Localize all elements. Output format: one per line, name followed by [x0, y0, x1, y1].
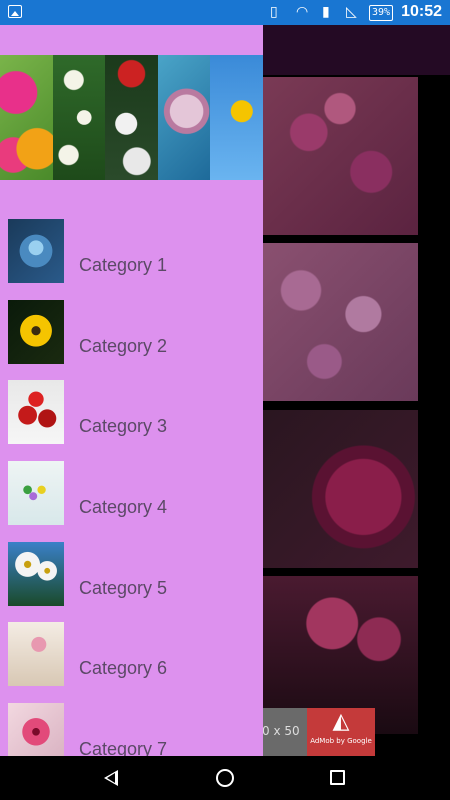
home-icon[interactable] — [216, 769, 234, 787]
vibrate-icon: ▯ — [270, 4, 278, 20]
category-item-4[interactable]: Category 4 — [0, 461, 263, 533]
admob-logo-text: AdMob by Google — [310, 737, 372, 745]
sim-icon: ▮ — [322, 4, 330, 20]
ad-banner[interactable]: 0 x 50 ◭ AdMob by Google — [262, 708, 375, 756]
gallery-image-chrysanthemum[interactable] — [262, 410, 418, 568]
category-label: Category 6 — [79, 658, 168, 678]
navigation-bar — [0, 756, 450, 800]
gallery-image-cherry-blossom[interactable] — [262, 77, 418, 235]
category-item-1[interactable]: Category 1 — [0, 219, 263, 291]
ad-size-text: 0 x 50 — [262, 724, 300, 738]
header-image-sunflower — [210, 55, 263, 180]
navigation-drawer: Category 1 Category 2 Category 3 Categor… — [0, 25, 263, 756]
category-thumb-blue-petals — [8, 219, 64, 283]
category-thumb-red-carnation — [8, 703, 64, 756]
image-notification-icon — [8, 5, 22, 18]
category-thumb-pink-cosmos — [8, 622, 64, 686]
category-thumb-white-daisies — [8, 542, 64, 606]
admob-logo-icon: ◭ — [332, 709, 350, 734]
header-image-rose-bouquet — [105, 55, 158, 180]
drawer-header — [0, 55, 263, 180]
wifi-icon: ◠ — [296, 4, 309, 20]
category-label: Category 3 — [79, 416, 168, 436]
category-label: Category 1 — [79, 255, 168, 275]
category-item-6[interactable]: Category 6 — [0, 622, 263, 694]
no-signal-icon: ◺ — [346, 4, 357, 20]
category-label: Category 4 — [79, 497, 168, 517]
category-item-3[interactable]: Category 3 — [0, 380, 263, 452]
header-image-gerbera — [0, 55, 53, 180]
gallery-image-phlox[interactable] — [262, 243, 418, 401]
category-item-2[interactable]: Category 2 — [0, 300, 263, 372]
status-time: 10:52 — [401, 3, 442, 20]
category-item-7[interactable]: Category 7 — [0, 703, 263, 756]
category-thumb-yellow-daisy — [8, 300, 64, 364]
category-item-5[interactable]: Category 5 — [0, 542, 263, 614]
status-bar: ▯ ◠ ▮ ◺ 39% 10:52 — [0, 0, 450, 25]
admob-logo: ◭ AdMob by Google — [307, 708, 375, 756]
category-thumb-spring-flowers — [8, 461, 64, 525]
battery-icon: 39% — [369, 5, 394, 21]
category-label: Category 5 — [79, 578, 168, 598]
recent-apps-icon[interactable] — [330, 770, 345, 785]
header-image-blue-rose — [157, 55, 211, 180]
header-image-white-flowers — [52, 55, 106, 180]
category-thumb-red-roses — [8, 380, 64, 444]
back-icon[interactable] — [104, 770, 118, 786]
category-label: Category 2 — [79, 336, 168, 356]
category-label: Category 7 — [79, 739, 168, 756]
